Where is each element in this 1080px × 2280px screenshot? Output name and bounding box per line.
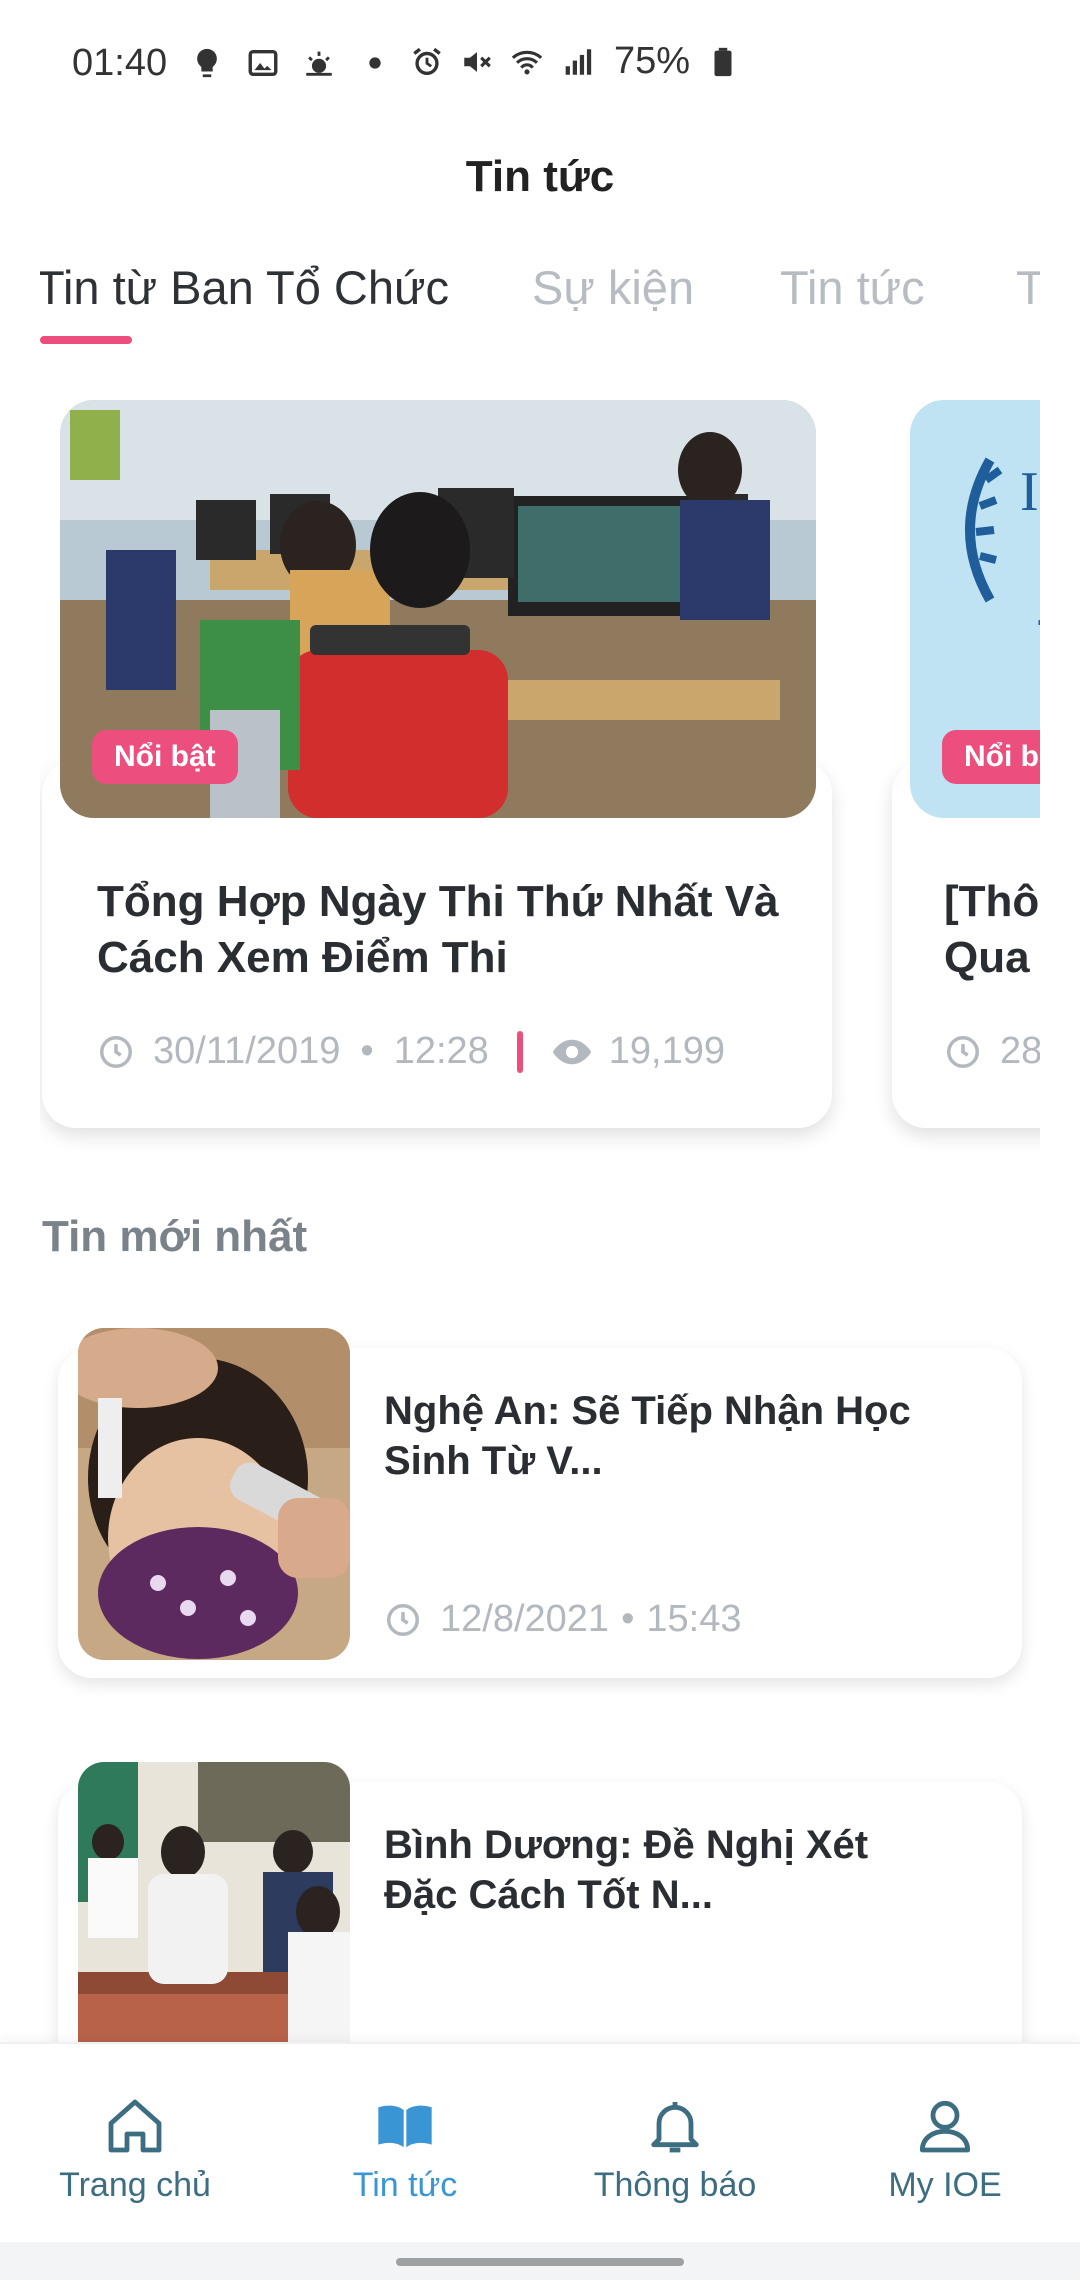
category-tabs: Tin từ Ban Tổ Chức Sự kiện Tin tức T xyxy=(40,250,1040,350)
temperature-check-photo xyxy=(78,1328,350,1660)
meta-separator-dot: • xyxy=(360,1030,374,1072)
clock-icon xyxy=(387,1603,419,1636)
news-title[interactable]: Bình Dương: Đề Nghị Xét Đặc Cách Tốt N..… xyxy=(384,1820,944,1920)
gesture-bar xyxy=(0,2242,1080,2280)
tab-ban-to-chuc[interactable]: Tin từ Ban Tổ Chức xyxy=(40,260,449,315)
featured-title[interactable]: Tổng Hợp Ngày Thi Thứ Nhất Và Cách Xem Đ… xyxy=(97,874,797,986)
book-icon xyxy=(378,2105,432,2148)
meta-divider xyxy=(516,1030,523,1073)
svg-text:N: N xyxy=(1038,674,1040,707)
featured-time: 12:28 xyxy=(393,1030,489,1072)
news-meta: 12/8/2021 • 15:43 xyxy=(384,1598,741,1641)
featured-date: 28 xyxy=(1000,1030,1040,1072)
news-date: 12/8/2021 xyxy=(440,1598,610,1640)
status-bar: 01:40 75% xyxy=(0,0,1080,130)
news-thumbnail[interactable] xyxy=(78,1328,350,1660)
nav-my-ioe-label: My IOE xyxy=(888,2166,1002,2204)
clock-icon xyxy=(947,1035,979,1068)
nav-news-label: Tin tức xyxy=(352,2166,458,2204)
wifi-icon xyxy=(511,50,543,74)
bottom-nav: Trang chủ Tin tức Thông báo My IOE xyxy=(0,2042,1080,2242)
featured-meta: 30/11/2019 • 12:28 19,199 xyxy=(97,1030,725,1073)
section-heading-latest: Tin mới nhất xyxy=(42,1212,308,1261)
clock-icon xyxy=(100,1035,132,1068)
featured-card[interactable]: IO T N Nổi bật [Thô Qua 28 xyxy=(892,400,1040,1130)
featured-date: 30/11/2019 xyxy=(153,1030,341,1072)
alarm-icon xyxy=(413,47,441,75)
image-icon xyxy=(248,49,278,77)
nav-home[interactable]: Trang chủ xyxy=(0,2094,270,2205)
mute-icon xyxy=(464,51,491,72)
featured-meta: 28 xyxy=(944,1030,1040,1073)
page-title: Tin tức xyxy=(465,152,615,201)
featured-views: 19,199 xyxy=(608,1030,726,1072)
bell-icon xyxy=(651,2102,699,2153)
nav-notifications[interactable]: Thông báo xyxy=(540,2094,810,2205)
featured-carousel[interactable]: Nổi bật Tổng Hợp Ngày Thi Thứ Nhất Và Cá… xyxy=(40,400,1040,1160)
bulb-icon xyxy=(197,48,217,78)
featured-badge: Nổi bật xyxy=(942,730,1040,784)
meta-separator-dot: • xyxy=(621,1598,635,1640)
home-gesture-handle[interactable] xyxy=(396,2258,684,2266)
user-icon xyxy=(919,2100,971,2153)
battery-percent: 75% xyxy=(613,40,690,82)
news-list-item[interactable]: Nghệ An: Sẽ Tiếp Nhận Học Sinh Từ V... 1… xyxy=(58,1328,1022,1678)
tab-su-kien[interactable]: Sự kiện xyxy=(532,260,694,315)
nav-home-label: Trang chủ xyxy=(59,2166,211,2204)
svg-text:T: T xyxy=(1038,611,1040,660)
news-title[interactable]: Nghệ An: Sẽ Tiếp Nhận Học Sinh Từ V... xyxy=(384,1386,944,1486)
home-icon xyxy=(108,2099,162,2153)
nav-notifications-label: Thông báo xyxy=(593,2166,757,2204)
nav-news[interactable]: Tin tức xyxy=(270,2094,540,2205)
featured-title[interactable]: [Thô Qua xyxy=(944,874,1040,986)
tab-more[interactable]: T xyxy=(1016,260,1040,315)
nav-my-ioe[interactable]: My IOE xyxy=(810,2094,1080,2205)
weather-icon xyxy=(306,51,332,76)
status-left-icons xyxy=(190,46,392,80)
eye-icon xyxy=(552,1039,592,1064)
status-right: 75% xyxy=(410,40,740,83)
featured-card[interactable]: Nổi bật Tổng Hợp Ngày Thi Thứ Nhất Và Cá… xyxy=(42,400,832,1130)
dot-icon xyxy=(369,57,381,69)
tab-indicator xyxy=(40,336,132,344)
svg-text:IO: IO xyxy=(1020,461,1040,523)
news-time: 15:43 xyxy=(646,1598,742,1640)
tab-tin-tuc[interactable]: Tin tức xyxy=(780,260,925,315)
battery-icon xyxy=(714,47,732,76)
featured-badge: Nổi bật xyxy=(92,730,238,784)
signal-icon xyxy=(565,48,592,75)
status-time: 01:40 xyxy=(72,42,168,84)
